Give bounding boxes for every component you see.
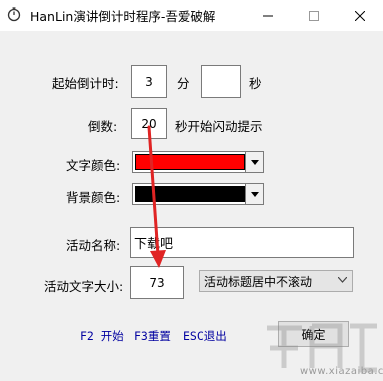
watermark-url: www.xiazaiba.com [300, 366, 383, 377]
